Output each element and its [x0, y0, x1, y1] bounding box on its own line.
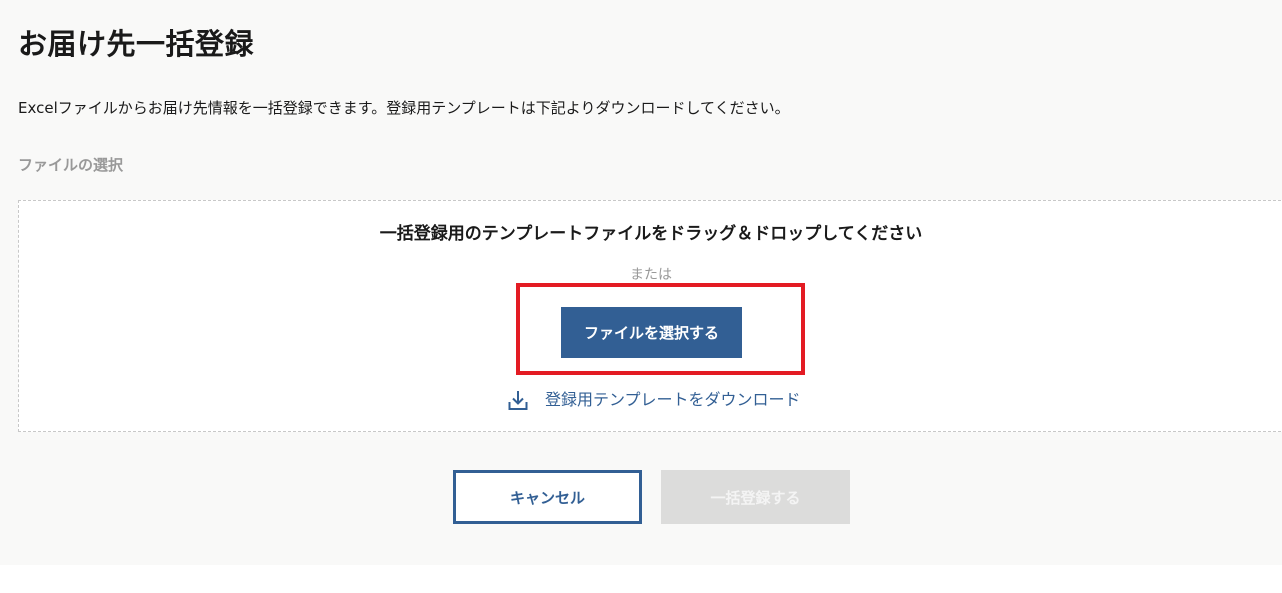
file-selection-label: ファイルの選択 — [18, 156, 124, 174]
download-template-link[interactable]: 登録用テンプレートをダウンロード — [507, 389, 801, 411]
page-title: お届け先一括登録 — [18, 27, 255, 61]
select-file-button[interactable]: ファイルを選択する — [561, 307, 742, 358]
bulk-register-button[interactable]: 一括登録する — [661, 470, 850, 524]
download-icon — [507, 389, 529, 411]
file-dropzone[interactable]: 一括登録用のテンプレートファイルをドラッグ＆ドロップしてください または ファイ… — [18, 200, 1282, 432]
dropzone-heading: 一括登録用のテンプレートファイルをドラッグ＆ドロップしてください — [379, 224, 923, 244]
page-description: Excelファイルからお届け先情報を一括登録できます。登録用テンプレートは下記よ… — [18, 99, 790, 117]
or-text: または — [630, 267, 672, 283]
page: お届け先一括登録 Excelファイルからお届け先情報を一括登録できます。登録用テ… — [0, 0, 1282, 565]
download-template-label: 登録用テンプレートをダウンロード — [545, 390, 801, 409]
cancel-button[interactable]: キャンセル — [453, 470, 642, 524]
